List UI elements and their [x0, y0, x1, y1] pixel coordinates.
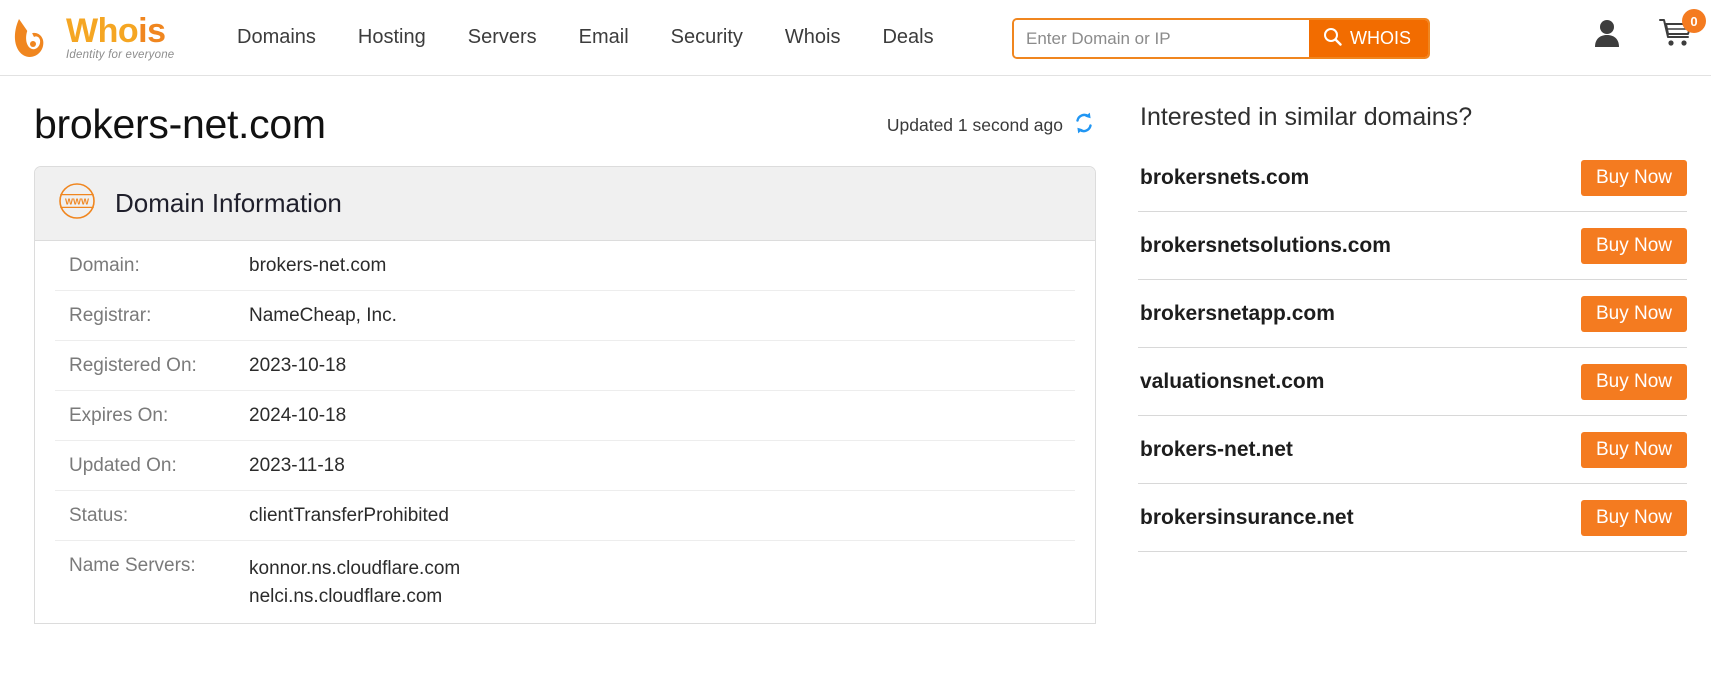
- row-label: Registered On:: [69, 355, 197, 376]
- nav-item-security[interactable]: Security: [650, 26, 764, 49]
- nav-item-servers[interactable]: Servers: [447, 26, 558, 49]
- table-row: Registrar: NameCheap, Inc.: [55, 291, 1075, 341]
- nav-item-deals[interactable]: Deals: [861, 26, 954, 49]
- header-icon-group: 0: [1593, 9, 1706, 53]
- list-item: valuationsnet.com Buy Now: [1138, 348, 1687, 416]
- logo-word-part2: is: [138, 11, 166, 50]
- nav-item-whois[interactable]: Whois: [764, 26, 862, 49]
- table-row: Name Servers: konnor.ns.cloudflare.com n…: [55, 541, 1075, 623]
- row-label: Updated On:: [69, 455, 177, 476]
- page-title: brokers-net.com: [34, 101, 326, 147]
- domain-info-table: Domain: brokers-net.com Registrar: NameC…: [35, 241, 1095, 623]
- logo-word-part1: Who: [66, 11, 139, 50]
- buy-now-button[interactable]: Buy Now: [1580, 160, 1687, 196]
- logo-wordmark: Whois: [66, 11, 174, 50]
- similar-domain-name[interactable]: brokersnetsolutions.com: [1140, 234, 1391, 258]
- user-icon[interactable]: [1593, 18, 1621, 53]
- whois-search-button-label: WHOIS: [1350, 28, 1411, 48]
- table-row: Expires On: 2024-10-18: [55, 391, 1075, 441]
- page-body: brokers-net.com Updated 1 second ago WWW…: [0, 76, 1711, 625]
- search-icon: [1323, 27, 1342, 51]
- list-item: brokers-net.net Buy Now: [1138, 416, 1687, 484]
- similar-domains-sidebar: Interested in similar domains? brokersne…: [1118, 76, 1711, 624]
- title-row: brokers-net.com Updated 1 second ago: [34, 76, 1118, 145]
- logo-tagline: Identity for everyone: [66, 48, 175, 61]
- list-item: brokersnetapp.com Buy Now: [1138, 280, 1687, 348]
- buy-now-button[interactable]: Buy Now: [1580, 296, 1687, 332]
- table-row: Domain: brokers-net.com: [55, 241, 1075, 291]
- nav-item-domains[interactable]: Domains: [216, 26, 337, 49]
- row-label: Status:: [69, 505, 129, 526]
- row-value: NameCheap, Inc.: [249, 305, 397, 326]
- row-value: brokers-net.com: [249, 255, 387, 276]
- buy-now-button[interactable]: Buy Now: [1580, 228, 1687, 264]
- domain-search: WHOIS: [1012, 18, 1430, 59]
- cart-count-badge: 0: [1682, 9, 1706, 33]
- buy-now-button[interactable]: Buy Now: [1580, 500, 1687, 536]
- similar-domain-name[interactable]: brokersinsurance.net: [1140, 506, 1354, 530]
- site-header: Whois Identity for everyone Domains Host…: [0, 0, 1711, 76]
- whois-logo-icon: [12, 14, 64, 62]
- sidebar-title: Interested in similar domains?: [1140, 103, 1473, 131]
- buy-now-button[interactable]: Buy Now: [1580, 364, 1687, 400]
- similar-domain-name[interactable]: brokersnets.com: [1140, 166, 1309, 190]
- site-logo[interactable]: Whois Identity for everyone: [8, 14, 204, 62]
- similar-domain-name[interactable]: valuationsnet.com: [1140, 370, 1324, 394]
- row-value: clientTransferProhibited: [249, 505, 449, 526]
- www-globe-icon: WWW: [57, 181, 97, 226]
- refresh-icon[interactable]: [1072, 111, 1096, 140]
- buy-now-button[interactable]: Buy Now: [1580, 432, 1687, 468]
- whois-search-button[interactable]: WHOIS: [1309, 20, 1428, 57]
- list-item: brokersnetsolutions.com Buy Now: [1138, 212, 1687, 280]
- card-title: Domain Information: [115, 188, 342, 218]
- table-row: Registered On: 2023-10-18: [55, 341, 1075, 391]
- nav-item-email[interactable]: Email: [558, 26, 650, 49]
- main-navigation: Domains Hosting Servers Email Security W…: [216, 26, 955, 49]
- name-server-1: konnor.ns.cloudflare.com: [249, 558, 461, 579]
- nav-item-hosting[interactable]: Hosting: [337, 26, 447, 49]
- row-label: Domain:: [69, 255, 140, 276]
- row-label: Expires On:: [69, 405, 169, 426]
- name-server-2: nelci.ns.cloudflare.com: [249, 585, 443, 607]
- updated-text: Updated 1 second ago: [886, 115, 1063, 135]
- row-value: 2023-11-18: [249, 455, 345, 476]
- table-row: Updated On: 2023-11-18: [55, 441, 1075, 491]
- search-input[interactable]: [1014, 20, 1309, 57]
- cart-icon[interactable]: 0: [1659, 9, 1706, 53]
- similar-domain-name[interactable]: brokersnetapp.com: [1140, 302, 1335, 326]
- list-item: brokersnets.com Buy Now: [1138, 144, 1687, 212]
- svg-text:WWW: WWW: [65, 197, 90, 207]
- table-row: Status: clientTransferProhibited: [55, 491, 1075, 541]
- main-content: brokers-net.com Updated 1 second ago WWW…: [0, 76, 1118, 625]
- row-value: 2023-10-18: [249, 355, 347, 376]
- updated-status: Updated 1 second ago: [887, 111, 1096, 145]
- row-value-multiline: konnor.ns.cloudflare.com nelci.ns.cloudf…: [249, 555, 460, 610]
- row-label: Name Servers:: [69, 555, 196, 576]
- row-value: 2024-10-18: [249, 405, 347, 426]
- domain-information-card: WWW Domain Information Domain: brokers-n…: [34, 166, 1096, 625]
- list-item: brokersinsurance.net Buy Now: [1138, 484, 1687, 552]
- card-header: WWW Domain Information: [35, 167, 1095, 241]
- row-label: Registrar:: [69, 305, 152, 326]
- similar-domain-name[interactable]: brokers-net.net: [1140, 438, 1293, 462]
